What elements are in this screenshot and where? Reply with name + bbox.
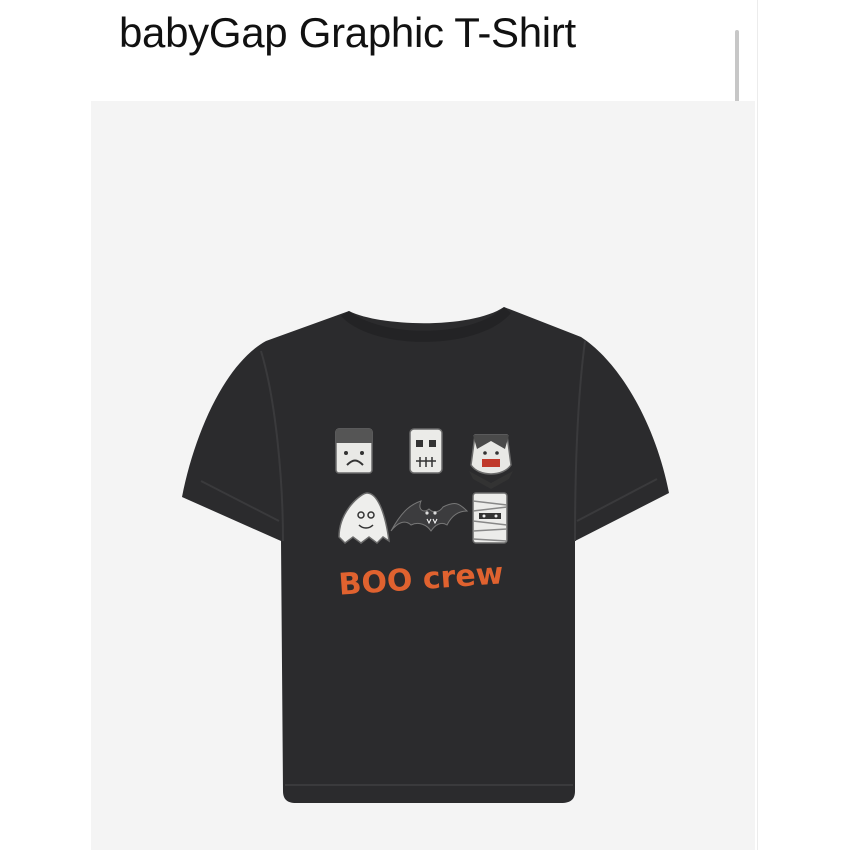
- tshirt-body: [182, 307, 669, 803]
- product-page: babyGap Graphic T-Shirt BOO crew: [0, 0, 850, 850]
- product-image[interactable]: BOO crew: [91, 101, 755, 850]
- tshirt-illustration: BOO crew: [182, 307, 669, 803]
- skull-icon: [409, 428, 443, 474]
- product-title: babyGap Graphic T-Shirt: [119, 9, 576, 56]
- page-divider: [757, 0, 758, 850]
- frankenstein-icon: [335, 428, 373, 474]
- mummy-icon: [472, 492, 508, 544]
